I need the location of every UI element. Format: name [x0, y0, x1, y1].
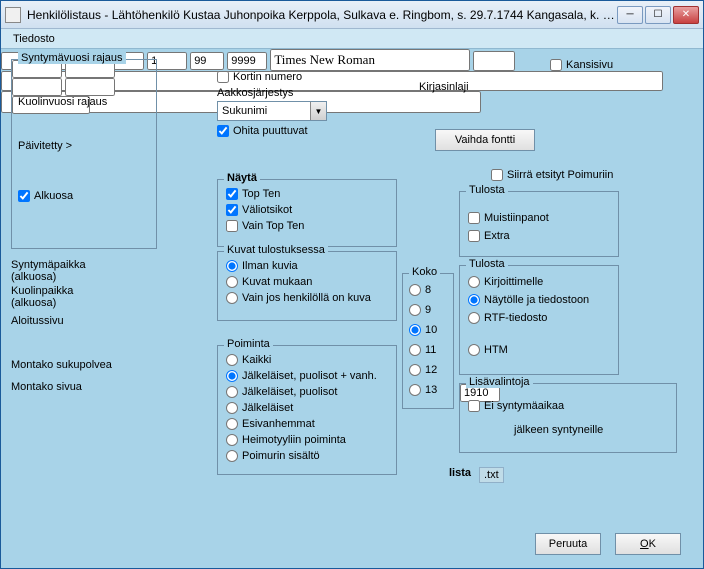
cover-checkbox[interactable]: Kansisivu: [550, 59, 613, 71]
print2-htm-radio[interactable]: HTM: [468, 344, 508, 356]
close-button[interactable]: ✕: [673, 6, 699, 24]
show-legend: Näytä: [224, 172, 260, 184]
extra-after-label: jälkeen syntyneille: [514, 424, 603, 436]
print1-extra-check[interactable]: Extra: [468, 230, 510, 242]
pick-heimo-radio[interactable]: Heimotyyliin poiminta: [226, 434, 346, 446]
print1-legend: Tulosta: [466, 184, 508, 196]
lista-label: lista: [449, 467, 471, 479]
group-print1: Tulosta Muistiinpanot Extra: [459, 191, 619, 257]
menubar: Tiedosto: [1, 29, 703, 49]
size-9-radio[interactable]: 9: [409, 304, 431, 316]
group-show: Näytä Top Ten Väliotsikot Vain Top Ten: [217, 179, 397, 247]
alphaorder-label: Aakkosjärjestys: [217, 87, 293, 99]
group-left: Syntymävuosi rajaus Kuolinvuosi rajaus P…: [11, 59, 157, 249]
window-title: Henkilölistaus - Lähtöhenkilö Kustaa Juh…: [27, 8, 617, 22]
pages-label: Montako sivua: [11, 381, 82, 393]
movesearched-checkbox[interactable]: Siirrä etsityt Poimuriin: [491, 169, 613, 181]
extra-nobirth-check[interactable]: Ei syntymäaikaa: [468, 400, 564, 412]
extra-legend: Lisävalintoja: [466, 376, 533, 388]
filename-input[interactable]: [473, 51, 515, 71]
updated-label: Päivitetty >: [18, 140, 72, 152]
birthplace-label: Syntymäpaikka (alkuosa): [11, 259, 121, 283]
chevron-down-icon: ▼: [310, 102, 326, 120]
generations-label: Montako sukupolvea: [11, 359, 112, 371]
size-13-radio[interactable]: 13: [409, 384, 437, 396]
startpage-label: Aloitussivu: [11, 315, 64, 327]
pick-anc-radio[interactable]: Esivanhemmat: [226, 418, 315, 430]
print1-notes-check[interactable]: Muistiinpanot: [468, 212, 549, 224]
alkuosa-checkbox[interactable]: Alkuosa: [18, 190, 73, 202]
pick-all-radio[interactable]: Kaikki: [226, 354, 271, 366]
group-pick: Poiminta Kaikki Jälkeläiset, puolisot + …: [217, 345, 397, 475]
size-12-radio[interactable]: 12: [409, 364, 437, 376]
group-extra: Lisävalintoja Ei syntymäaikaa jälkeen sy…: [459, 383, 677, 453]
size-legend: Koko: [409, 266, 440, 278]
minimize-button[interactable]: ─: [617, 6, 643, 24]
generations-input[interactable]: [190, 52, 224, 70]
skipmissing-input[interactable]: [217, 125, 229, 137]
print2-printer-radio[interactable]: Kirjoittimelle: [468, 276, 543, 288]
images-none-radio[interactable]: Ilman kuvia: [226, 260, 298, 272]
cancel-button[interactable]: Peruuta: [535, 533, 601, 555]
cardno-input[interactable]: [217, 71, 229, 83]
size-8-radio[interactable]: 8: [409, 284, 431, 296]
alkuosa-input[interactable]: [18, 190, 30, 202]
ok-button[interactable]: OK: [615, 533, 681, 555]
print2-rtf-radio[interactable]: RTF-tiedosto: [468, 312, 547, 324]
pick-descsp-radio[interactable]: Jälkeläiset, puolisot: [226, 386, 337, 398]
app-icon: [5, 7, 21, 23]
group-print2: Tulosta Kirjoittimelle Näytölle ja tiedo…: [459, 265, 619, 375]
deathyear-legend: Kuolinvuosi rajaus: [18, 96, 107, 108]
titlebar: Henkilölistaus - Lähtöhenkilö Kustaa Juh…: [1, 1, 703, 29]
fonttype-label: Kirjasinlaji: [419, 81, 469, 93]
show-topten-check[interactable]: Top Ten: [226, 188, 280, 200]
skipmissing-checkbox[interactable]: Ohita puuttuvat: [217, 125, 308, 137]
deathplace-label: Kuolinpaikka (alkuosa): [11, 285, 121, 309]
change-font-button[interactable]: Vaihda fontti: [435, 129, 535, 151]
images-legend: Kuvat tulostuksessa: [224, 244, 328, 256]
deathyear-from[interactable]: [12, 78, 62, 96]
print2-screen-radio[interactable]: Näytölle ja tiedostoon: [468, 294, 589, 306]
cardno-checkbox[interactable]: Kortin numero: [217, 71, 302, 83]
menu-file[interactable]: Tiedosto: [7, 31, 61, 47]
size-11-radio[interactable]: 11: [409, 344, 436, 356]
show-onlytopten-check[interactable]: Vain Top Ten: [226, 220, 304, 232]
alphaorder-select[interactable]: Sukunimi ▼: [217, 101, 327, 121]
alkuosa-label: Alkuosa: [34, 190, 73, 202]
print2-legend: Tulosta: [466, 258, 508, 270]
birthyear-legend: Syntymävuosi rajaus: [18, 52, 126, 64]
images-with-radio[interactable]: Kuvat mukaan: [226, 276, 312, 288]
images-only-radio[interactable]: Vain jos henkilöllä on kuva: [226, 292, 371, 304]
cardno-label: Kortin numero: [233, 71, 302, 83]
pick-poimuri-radio[interactable]: Poimurin sisältö: [226, 450, 320, 462]
ext-label: .txt: [479, 467, 504, 483]
alphaorder-value: Sukunimi: [218, 105, 310, 117]
group-images: Kuvat tulostuksessa Ilman kuvia Kuvat mu…: [217, 251, 397, 321]
size-10-radio[interactable]: 10: [409, 324, 437, 336]
deathyear-to[interactable]: [65, 78, 115, 96]
pick-legend: Poiminta: [224, 338, 273, 350]
fonttype-input[interactable]: [270, 49, 470, 71]
pick-desc-radio[interactable]: Jälkeläiset: [226, 402, 293, 414]
pages-input[interactable]: [227, 52, 267, 70]
group-size: Koko 8 9 10 11 12 13: [402, 273, 454, 409]
maximize-button[interactable]: ☐: [645, 6, 671, 24]
skipmissing-label: Ohita puuttuvat: [233, 125, 308, 137]
pick-descsppar-radio[interactable]: Jälkeläiset, puolisot + vanh.: [226, 370, 377, 382]
show-subheads-check[interactable]: Väliotsikot: [226, 204, 292, 216]
